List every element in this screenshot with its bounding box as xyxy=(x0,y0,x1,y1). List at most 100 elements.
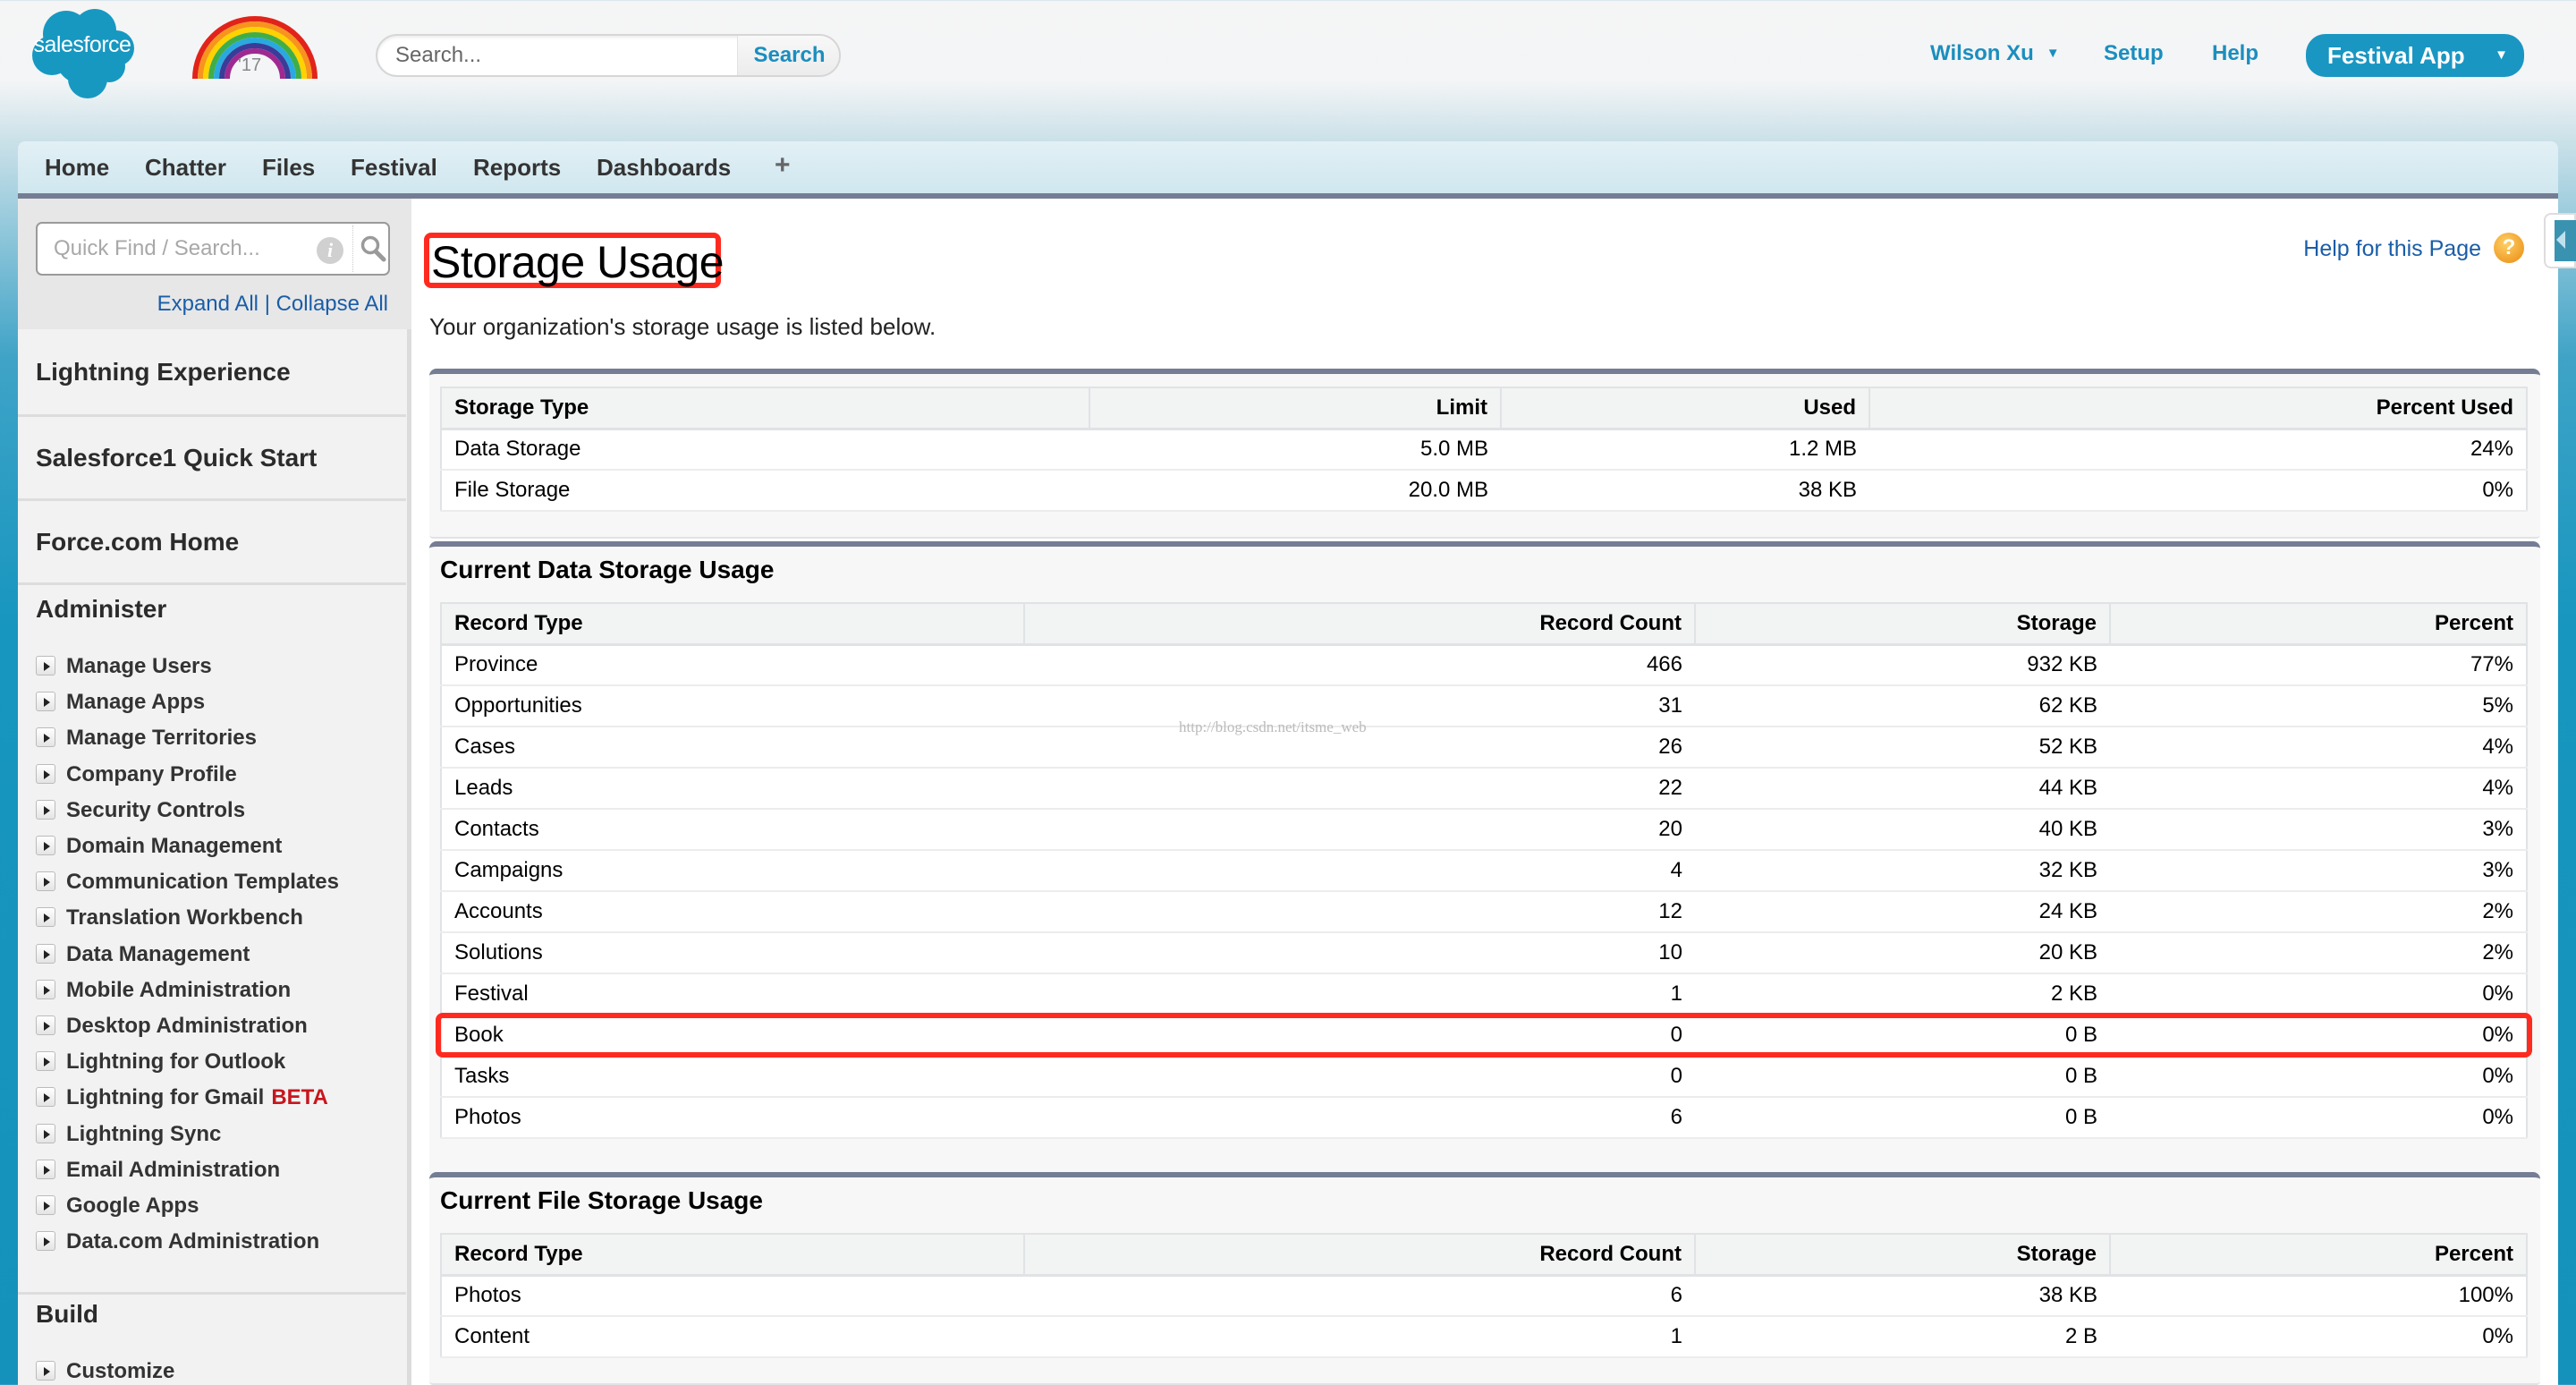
sidebar-item-label: Lightning Sync xyxy=(66,1121,222,1146)
sidebar-item-label: Manage Apps xyxy=(66,690,206,715)
sidebar-item-label: Email Administration xyxy=(66,1157,281,1182)
tab-reports[interactable]: Reports xyxy=(473,154,561,182)
expand-arrow-icon[interactable] xyxy=(36,979,55,999)
record-type-cell: Cases xyxy=(441,726,1024,769)
info-icon[interactable]: i xyxy=(317,237,343,264)
expand-arrow-icon[interactable] xyxy=(36,1123,55,1143)
sidebar-item-communication-templates[interactable]: Communication Templates xyxy=(36,870,339,896)
sidebar-item-lightning-for-outlook[interactable]: Lightning for Outlook xyxy=(36,1049,285,1076)
value-cell: 12 xyxy=(1024,891,1695,933)
value-cell: 62 KB xyxy=(1695,685,2110,727)
sidebar-item-data-management[interactable]: Data Management xyxy=(36,942,250,969)
value-cell: 4% xyxy=(2110,768,2527,810)
expand-arrow-icon[interactable] xyxy=(36,943,55,964)
expand-arrow-icon[interactable] xyxy=(36,1159,55,1179)
table-row: Cases 26 52 KB 4% xyxy=(441,726,2527,769)
search-button[interactable]: Search xyxy=(737,36,839,75)
setup-link[interactable]: Setup xyxy=(2104,41,2164,66)
section-title: Lightning Experience xyxy=(36,358,291,386)
value-cell: 20.0 MB xyxy=(1089,470,1501,512)
tab-files[interactable]: Files xyxy=(262,154,315,182)
sidebar-section-lightning-experience[interactable]: Lightning Experience xyxy=(18,329,406,417)
user-menu[interactable]: Wilson Xu ▼ xyxy=(1930,41,2060,66)
record-type-cell: Contacts xyxy=(441,809,1024,851)
sidebar-section-force-home[interactable]: Force.com Home xyxy=(18,503,406,585)
sidebar-item-company-profile[interactable]: Company Profile xyxy=(36,762,237,789)
sidebar-item-security-controls[interactable]: Security Controls xyxy=(36,798,245,825)
tab-dashboards[interactable]: Dashboards xyxy=(597,154,731,182)
expand-collapse-links: Expand All | Collapse All xyxy=(157,292,388,317)
value-cell: 2 KB xyxy=(1695,973,2110,1015)
value-cell: 0% xyxy=(2110,1056,2527,1098)
sidebar-section-salesforce1-quick-start[interactable]: Salesforce1 Quick Start xyxy=(18,419,406,501)
expand-arrow-icon[interactable] xyxy=(36,1195,55,1215)
expand-arrow-icon[interactable] xyxy=(36,907,55,928)
value-cell: 20 xyxy=(1024,809,1695,851)
sidebar-item-manage-users[interactable]: Manage Users xyxy=(36,654,212,681)
value-cell: 77% xyxy=(2110,644,2527,686)
sidebar-item-desktop-administration[interactable]: Desktop Administration xyxy=(36,1014,308,1041)
column-header: Record Count xyxy=(1023,1234,1695,1277)
collapse-all-link[interactable]: Collapse All xyxy=(276,292,388,316)
sidebar-item-translation-workbench[interactable]: Translation Workbench xyxy=(36,905,303,932)
value-cell: 4 xyxy=(1024,850,1695,892)
expand-all-link[interactable]: Expand All xyxy=(157,292,258,316)
quick-find-box: i xyxy=(36,222,390,276)
expand-arrow-icon[interactable] xyxy=(36,763,55,784)
expand-arrow-icon[interactable] xyxy=(36,656,55,676)
tab-home[interactable]: Home xyxy=(45,154,109,182)
brand-name: salesforce xyxy=(33,32,131,57)
expand-arrow-icon[interactable] xyxy=(36,1015,55,1035)
help-icon[interactable]: ? xyxy=(2494,233,2524,263)
quick-find-input[interactable] xyxy=(38,224,315,274)
expand-arrow-icon[interactable] xyxy=(36,1087,55,1108)
expand-arrow-icon[interactable] xyxy=(36,692,55,712)
sidebar-item-label: Security Controls xyxy=(66,797,246,822)
expand-arrow-icon[interactable] xyxy=(36,1231,55,1252)
help-link[interactable]: Help xyxy=(2212,41,2258,66)
sidebar-item-domain-management[interactable]: Domain Management xyxy=(36,834,282,861)
sidebar-item-lightning-sync[interactable]: Lightning Sync xyxy=(36,1122,221,1149)
sidebar-item-google-apps[interactable]: Google Apps xyxy=(36,1194,199,1220)
column-header: Record Type xyxy=(441,603,1024,646)
table-header-row: Record Type Record Count Storage Percent xyxy=(441,603,2527,646)
table-row: Tasks 0 0 B 0% xyxy=(441,1056,2527,1098)
record-type-cell: Photos xyxy=(441,1275,1024,1317)
add-tab-icon[interactable]: + xyxy=(775,150,791,181)
sidebar-item-customize[interactable]: Customize xyxy=(36,1359,174,1385)
expand-arrow-icon[interactable] xyxy=(36,836,55,855)
value-cell: 100% xyxy=(2110,1275,2527,1317)
value-cell: 932 KB xyxy=(1695,644,2110,686)
sidebar-item-manage-territories[interactable]: Manage Territories xyxy=(36,726,257,752)
sidebar-item-manage-apps[interactable]: Manage Apps xyxy=(36,690,205,717)
value-cell: 0 B xyxy=(1695,1015,2110,1057)
tab-festival[interactable]: Festival xyxy=(351,154,437,182)
sidebar-item-label: Data.com Administration xyxy=(66,1229,320,1254)
file-storage-table: Record Type Record Count Storage Percent… xyxy=(440,1233,2528,1358)
sidebar-item-mobile-administration[interactable]: Mobile Administration xyxy=(36,978,291,1005)
tab-chatter[interactable]: Chatter xyxy=(145,154,226,182)
divider xyxy=(352,225,353,272)
sidebar-item-data-com-administration[interactable]: Data.com Administration xyxy=(36,1229,319,1256)
section-title: Force.com Home xyxy=(36,528,240,556)
search-input[interactable] xyxy=(377,36,737,75)
value-cell: 4% xyxy=(2110,726,2527,769)
collapse-sidebar-handle[interactable] xyxy=(2544,213,2576,268)
expand-arrow-icon[interactable] xyxy=(36,1051,55,1072)
expand-arrow-icon[interactable] xyxy=(36,727,55,748)
search-icon[interactable] xyxy=(360,234,386,263)
sidebar-item-email-administration[interactable]: Email Administration xyxy=(36,1158,280,1185)
expand-arrow-icon[interactable] xyxy=(36,1361,55,1381)
sidebar-item-label: Company Profile xyxy=(66,761,237,786)
help-for-this-page-link[interactable]: Help for this Page xyxy=(2303,236,2481,262)
sidebar-item-label: Data Management xyxy=(66,941,250,966)
record-type-cell: File Storage xyxy=(441,470,1089,512)
data-storage-table: Record Type Record Count Storage Percent… xyxy=(440,602,2528,1139)
app-switcher-button[interactable]: Festival App ▼ xyxy=(2306,34,2524,77)
expand-arrow-icon[interactable] xyxy=(36,799,55,820)
column-header: Percent xyxy=(2109,1234,2527,1277)
salesforce-logo[interactable]: salesforce xyxy=(30,0,134,104)
sidebar-item-lightning-for-gmail[interactable]: Lightning for Gmail BETA xyxy=(36,1085,328,1112)
expand-arrow-icon[interactable] xyxy=(36,871,55,892)
storage-summary-panel: Storage Type Limit Used Percent Used Dat… xyxy=(429,369,2540,539)
